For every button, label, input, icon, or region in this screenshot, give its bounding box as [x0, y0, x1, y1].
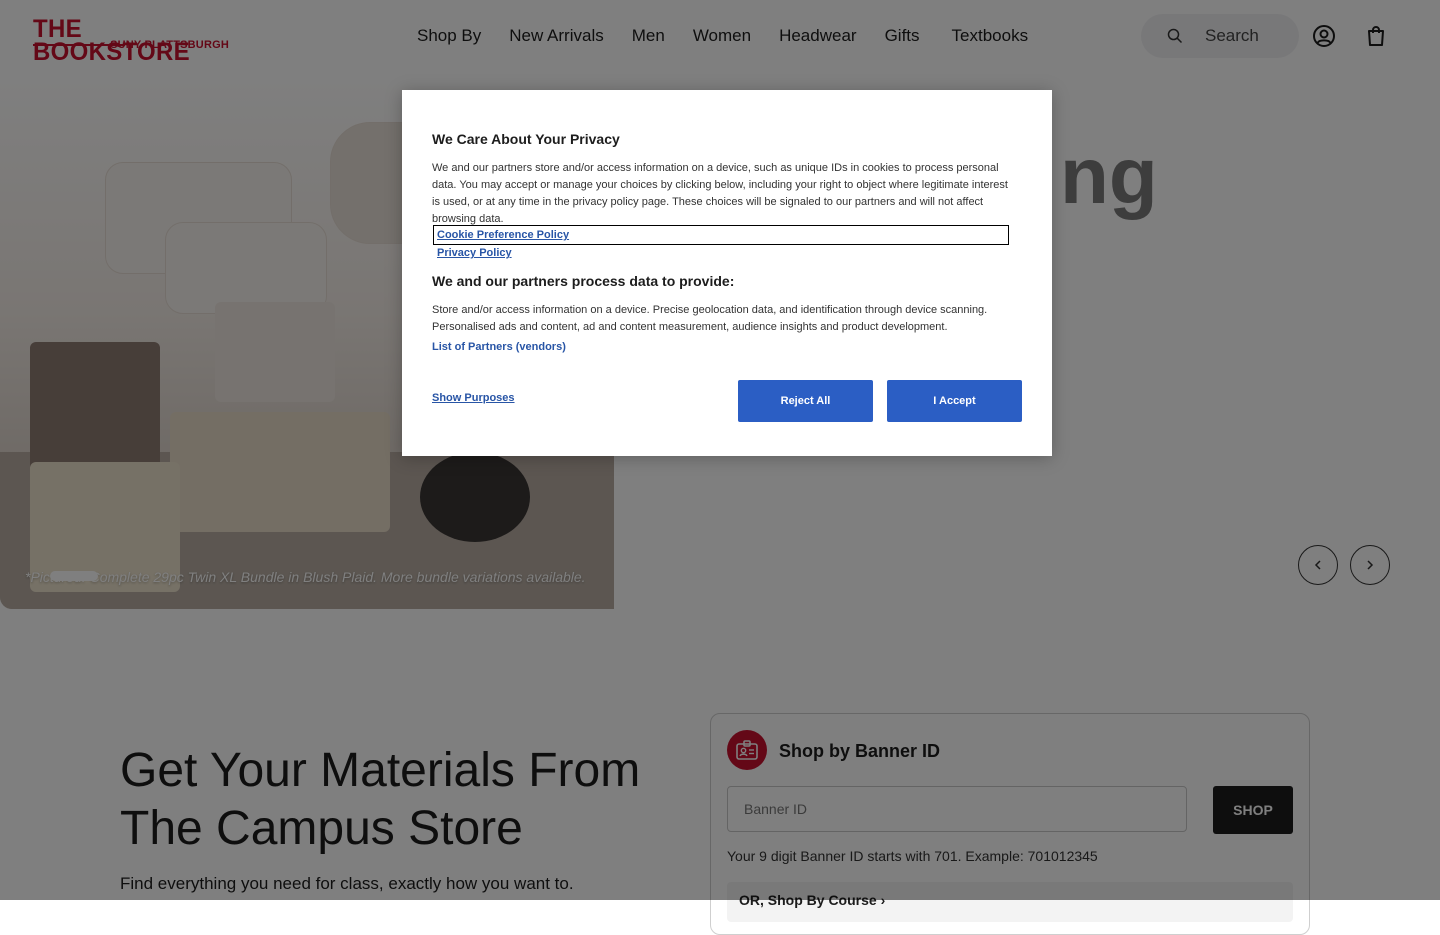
- show-purposes-link[interactable]: Show Purposes: [432, 392, 515, 404]
- privacy-modal: We Care About Your Privacy We and our pa…: [402, 90, 1052, 456]
- privacy-modal-subtitle: We and our partners process data to prov…: [432, 273, 735, 289]
- accept-button[interactable]: I Accept: [887, 380, 1022, 422]
- privacy-modal-title: We Care About Your Privacy: [432, 131, 620, 147]
- privacy-modal-purposes-text: Store and/or access information on a dev…: [432, 304, 988, 333]
- reject-all-button[interactable]: Reject All: [738, 380, 873, 422]
- privacy-policy-link[interactable]: Privacy Policy: [437, 247, 512, 259]
- cookie-policy-link[interactable]: Cookie Preference Policy: [433, 225, 1009, 245]
- partners-list-link[interactable]: List of Partners (vendors): [432, 341, 566, 353]
- privacy-modal-body: We and our partners store and/or access …: [432, 162, 1008, 225]
